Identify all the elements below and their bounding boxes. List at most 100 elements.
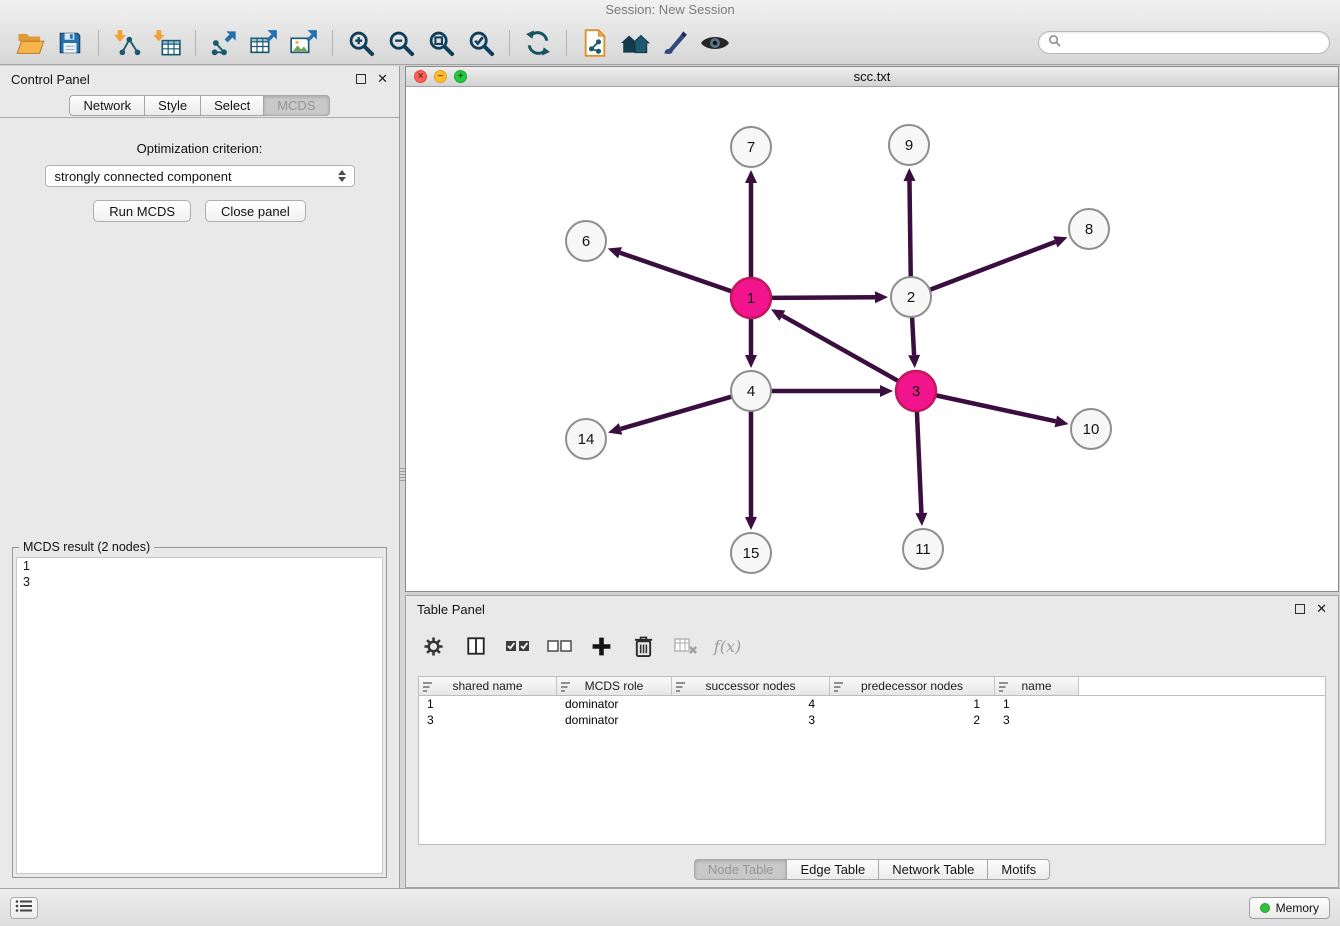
tab-mcds[interactable]: MCDS [263,95,329,116]
column-header-mcds-role[interactable]: MCDS role [557,677,672,695]
edge-1-4[interactable] [745,318,757,368]
graph-node-14[interactable]: 14 [566,419,606,459]
edge-4-3[interactable] [771,385,893,397]
float-table-panel-icon[interactable] [1295,604,1305,614]
edge-2-3[interactable] [908,317,920,368]
settings-button[interactable] [420,633,447,660]
column-header-successor-nodes[interactable]: successor nodes [672,677,830,695]
search-box[interactable] [1038,31,1330,54]
graph-node-6[interactable]: 6 [566,221,606,261]
tab-edge-table[interactable]: Edge Table [786,859,879,880]
svg-text:3: 3 [912,383,920,400]
table-body: 1dominator4113dominator323 [419,696,1325,728]
edge-1-6[interactable] [608,247,732,291]
import-table-button[interactable] [147,24,187,62]
edge-4-15[interactable] [745,411,757,530]
status-menu-button[interactable] [10,897,38,919]
mcds-result-item: 3 [17,574,382,590]
close-panel-icon[interactable]: ✕ [377,74,388,84]
graph-node-4[interactable]: 4 [731,371,771,411]
column-header-label: name [1021,679,1051,693]
graph-node-7[interactable]: 7 [731,127,771,167]
add-row-button[interactable] [588,633,615,660]
graph-node-3[interactable]: 3 [896,371,936,411]
table-row[interactable]: 3dominator323 [419,712,1325,728]
tab-style[interactable]: Style [144,95,201,116]
edge-1-2[interactable] [771,291,888,303]
home-icon [620,30,650,56]
network-canvas[interactable]: 7 9 6 8 1 2 4 3 14 10 15 11 [406,87,1338,591]
import-network-button[interactable] [107,24,147,62]
column-header-shared-name[interactable]: shared name [419,677,557,695]
optimization-criterion-select[interactable]: strongly connected component [45,165,355,187]
close-window-button[interactable]: × [414,70,427,83]
import-network-icon [113,29,141,57]
table-panel-header: Table Panel ✕ [406,596,1338,622]
edge-2-8[interactable] [930,236,1068,290]
tab-network-table[interactable]: Network Table [878,859,988,880]
save-session-button[interactable] [50,24,90,62]
zoom-in-icon [347,29,375,57]
edge-4-14[interactable] [608,397,732,435]
show-column-button[interactable] [462,633,489,660]
delete-row-button[interactable] [630,633,657,660]
tab-select[interactable]: Select [200,95,264,116]
apply-layout-button[interactable] [518,24,558,62]
edge-3-1[interactable] [771,309,899,381]
minimize-window-button[interactable]: − [434,70,447,83]
graph-node-9[interactable]: 9 [889,125,929,165]
toolbar-separator [332,30,333,56]
graph-node-2[interactable]: 2 [891,277,931,317]
export-network-button[interactable] [204,24,244,62]
home-button[interactable] [615,24,655,62]
edge-2-9[interactable] [903,168,915,277]
graph-node-11[interactable]: 11 [903,529,943,569]
run-mcds-button[interactable]: Run MCDS [93,200,191,222]
style-button[interactable] [655,24,695,62]
new-network-from-selection-button[interactable] [575,24,615,62]
float-panel-icon[interactable] [356,74,366,84]
zoom-fit-button[interactable] [421,24,461,62]
tab-motifs[interactable]: Motifs [987,859,1050,880]
zoom-selected-button[interactable] [461,24,501,62]
table-panel: Table Panel ✕ f(x) shared nameMCDS roles… [405,595,1339,888]
column-header-predecessor-nodes[interactable]: predecessor nodes [830,677,995,695]
select-all-button[interactable] [504,633,531,660]
tab-network[interactable]: Network [69,95,145,116]
show-graphics-details-button[interactable] [695,24,735,62]
table-cell: 1 [830,697,995,711]
graph-node-15[interactable]: 15 [731,533,771,573]
column-sort-icon [999,681,1009,695]
close-panel-button[interactable]: Close panel [205,200,306,222]
graph-node-8[interactable]: 8 [1069,209,1109,249]
memory-button[interactable]: Memory [1249,897,1330,919]
export-table-icon [250,29,278,57]
export-table-button[interactable] [244,24,284,62]
table-cell: 3 [419,713,557,727]
mcds-panel: Optimization criterion: strongly connect… [0,117,399,888]
graph-node-1[interactable]: 1 [731,278,771,318]
table-cell: 1 [419,697,557,711]
export-image-button[interactable] [284,24,324,62]
column-header-name[interactable]: name [995,677,1079,695]
svg-text:6: 6 [582,233,590,250]
zoom-in-button[interactable] [341,24,381,62]
open-session-button[interactable] [10,24,50,62]
edge-3-10[interactable] [936,395,1069,427]
network-view-window: ×−+ scc.txt 7968124314101511 [405,66,1339,592]
zoom-window-button[interactable]: + [454,70,467,83]
table-row[interactable]: 1dominator411 [419,696,1325,712]
zoom-out-button[interactable] [381,24,421,62]
mcds-result-list[interactable]: 13 [16,557,383,874]
add-row-icon [590,635,613,658]
close-table-panel-icon[interactable]: ✕ [1316,604,1327,614]
search-input[interactable] [1066,36,1320,50]
unselect-all-button[interactable] [546,633,573,660]
tab-node-table[interactable]: Node Table [694,859,788,880]
edge-3-11[interactable] [915,411,927,526]
window-title: Session: New Session [605,2,734,17]
show-graphics-details-icon [700,31,730,55]
edge-1-7[interactable] [745,170,757,278]
graph-node-10[interactable]: 10 [1071,409,1111,449]
main-toolbar [0,21,1340,64]
